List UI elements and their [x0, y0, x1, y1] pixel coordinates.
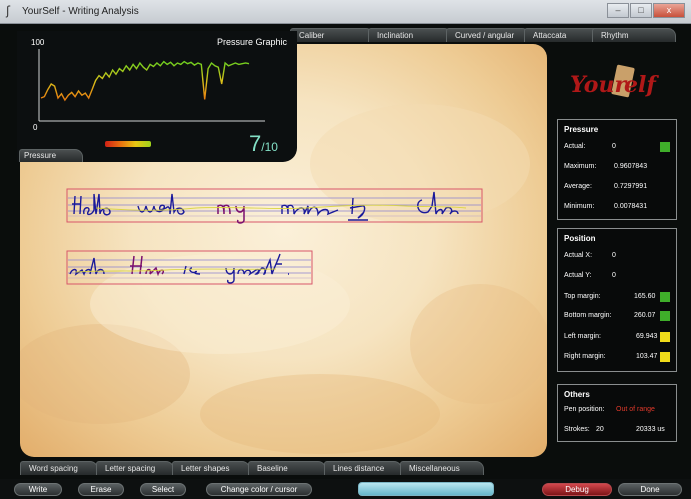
actual-label: Actual: — [564, 143, 586, 150]
score-value: 7 — [249, 131, 262, 156]
handwriting-line-1 — [66, 188, 483, 224]
done-button[interactable]: Done — [618, 483, 682, 496]
left-margin-value: 69.943 — [636, 333, 658, 340]
right-margin-swatch — [660, 352, 670, 362]
pressure-maximum-row: Maximum: 0.9607843 — [564, 161, 672, 173]
position-panel-title: Position — [564, 234, 596, 243]
pressure-panel-title: Pressure — [564, 125, 599, 134]
tab-lines-distance[interactable]: Lines distance — [324, 461, 402, 475]
maximum-label: Maximum: — [564, 163, 597, 170]
actual-x-row: Actual X: 0 — [564, 250, 672, 262]
actual-y-value: 0 — [612, 272, 616, 279]
left-margin-row: Left margin: 69.943 — [564, 331, 672, 343]
pressure-actual-row: Actual: 0 — [564, 141, 672, 153]
pen-position-row: Pen position: Out of range — [564, 404, 672, 416]
actual-value: 0 — [612, 143, 616, 150]
yourself-logo: Your elf — [570, 64, 659, 98]
others-info-panel: Others Pen position: Out of range Stroke… — [557, 384, 677, 442]
tab-letter-shapes[interactable]: Letter shapes — [172, 461, 250, 475]
maximum-value: 0.9607843 — [614, 163, 648, 170]
tab-word-spacing[interactable]: Word spacing — [20, 461, 98, 475]
top-margin-label: Top margin: — [564, 293, 601, 300]
pressure-average-row: Average: 0.7297991 — [564, 181, 672, 193]
actual-y-row: Actual Y: 0 — [564, 270, 672, 282]
erase-button[interactable]: Erase — [78, 483, 124, 496]
right-margin-value: 103.47 — [636, 353, 658, 360]
bottom-margin-swatch — [660, 311, 670, 321]
tab-inclination[interactable]: Inclination — [368, 28, 452, 42]
pen-position-label: Pen position: — [564, 406, 605, 413]
title-bar: ʃ YourSelf - Writing Analysis – □ x — [0, 0, 691, 24]
left-margin-swatch — [660, 332, 670, 342]
pressure-status-swatch — [660, 142, 670, 152]
tab-rhythm[interactable]: Rhythm — [592, 28, 676, 42]
top-margin-swatch — [660, 292, 670, 302]
window-title: YourSelf - Writing Analysis — [22, 6, 139, 17]
pressure-info-panel: Pressure Actual: 0 Maximum: 0.9607843 Av… — [557, 119, 677, 220]
left-margin-label: Left margin: — [564, 333, 601, 340]
right-margin-row: Right margin: 103.47 — [564, 351, 672, 363]
actual-x-label: Actual X: — [564, 252, 593, 259]
action-bar: Write Erase Select Change color / cursor… — [0, 479, 691, 499]
minimize-button[interactable]: – — [607, 3, 629, 18]
handwriting-line-2 — [66, 250, 313, 285]
bottom-margin-label: Bottom margin: — [564, 312, 612, 319]
app-icon: ʃ — [6, 4, 11, 18]
y-axis-min-label: 0 — [33, 123, 38, 132]
average-value: 0.7297991 — [614, 183, 648, 190]
minimum-label: Minimum: — [564, 203, 595, 210]
tab-curved-angular[interactable]: Curved / angular — [446, 28, 530, 42]
tab-letter-spacing[interactable]: Letter spacing — [96, 461, 174, 475]
strokes-value: 20 — [596, 426, 604, 433]
pressure-series-line — [40, 60, 250, 102]
select-button[interactable]: Select — [140, 483, 186, 496]
strokes-row: Strokes: 20 20333 us — [564, 424, 672, 436]
svg-text:elf: elf — [624, 72, 659, 98]
bottom-margin-row: Bottom margin: 260.07 — [564, 310, 672, 322]
svg-text:Your: Your — [570, 72, 627, 98]
position-info-panel: Position Actual X: 0 Actual Y: 0 Top mar… — [557, 228, 677, 372]
maximize-button[interactable]: □ — [630, 3, 652, 18]
pen-position-value: Out of range — [616, 406, 655, 413]
average-label: Average: — [564, 183, 592, 190]
actual-x-value: 0 — [612, 252, 616, 259]
actual-y-label: Actual Y: — [564, 272, 592, 279]
write-button[interactable]: Write — [14, 483, 62, 496]
score-denominator: /10 — [261, 140, 278, 154]
progress-bar — [358, 482, 494, 496]
tab-caliber[interactable]: Caliber — [290, 28, 374, 42]
pressure-minimum-row: Minimum: 0.0078431 — [564, 201, 672, 213]
pressure-color-scale — [105, 141, 151, 147]
others-panel-title: Others — [564, 390, 590, 399]
analysis-tabs-top: Caliber Inclination Curved / angular Att… — [290, 28, 676, 44]
bottom-margin-value: 260.07 — [634, 312, 656, 319]
tab-baseline[interactable]: Baseline — [248, 461, 326, 475]
pressure-score: 7/10 — [249, 131, 278, 157]
right-margin-label: Right margin: — [564, 353, 606, 360]
top-margin-row: Top margin: 165.60 — [564, 291, 672, 303]
debug-button[interactable]: Debug — [542, 483, 612, 496]
close-button[interactable]: x — [653, 3, 685, 18]
analysis-tabs-bottom: Word spacing Letter spacing Letter shape… — [20, 461, 500, 477]
pressure-graphic-panel: 100 Pressure Graphic 0 7/10 Pressure — [17, 31, 297, 162]
strokes-label: Strokes: — [564, 426, 590, 433]
stroke-time-value: 20333 us — [636, 426, 665, 433]
window-controls: – □ x — [607, 3, 685, 18]
tab-miscellaneous[interactable]: Miscellaneous — [400, 461, 484, 475]
tab-pressure[interactable]: Pressure — [19, 149, 83, 162]
top-margin-value: 165.60 — [634, 293, 656, 300]
minimum-value: 0.0078431 — [614, 203, 648, 210]
change-color-cursor-button[interactable]: Change color / cursor — [206, 483, 312, 496]
